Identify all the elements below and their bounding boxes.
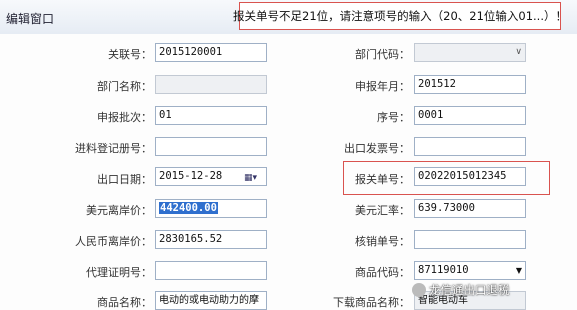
title-bar: 编辑窗口 报关单号不足21位，请注意项号的输入（20、21位输入01...）！ (0, 0, 577, 35)
declare-month-label: 申报年月： (355, 80, 410, 93)
calendar-icon[interactable]: ▦▾ (244, 170, 264, 183)
dept-code-label: 部门代码： (355, 48, 410, 61)
agent-cert-input[interactable] (155, 261, 267, 280)
seq-no-label: 序号： (377, 111, 410, 124)
declare-batch-label: 申报批次： (97, 111, 152, 124)
usd-rate-label: 美元汇率： (355, 204, 410, 217)
declare-batch-input[interactable]: 01 (155, 106, 267, 125)
wechat-icon (412, 283, 426, 297)
import-reg-input[interactable] (155, 137, 267, 156)
usd-rate-input[interactable]: 639.73000 (414, 199, 526, 218)
usd-fob-label: 美元离岸价： (86, 204, 152, 217)
verify-no-input[interactable] (414, 230, 526, 249)
link-no-label: 关联号： (108, 48, 152, 61)
goods-code-select[interactable]: 87119010 ▼ (414, 261, 526, 280)
customs-no-label: 报关单号： (355, 173, 410, 186)
chevron-down-icon: ∨ (515, 47, 522, 57)
window-title: 编辑窗口 (6, 12, 55, 26)
import-reg-label: 进料登记册号： (75, 142, 152, 155)
verify-no-label: 核销单号： (355, 235, 410, 248)
export-date-label: 出口日期： (97, 173, 152, 186)
edit-form: 关联号： 2015120001 部门代码： ∨ 部门名称： 申报年月： 2015… (0, 34, 577, 310)
warning-message: 报关单号不足21位，请注意项号的输入（20、21位输入01...）！ (233, 2, 567, 30)
usd-fob-input[interactable]: 442400.00 (155, 199, 267, 218)
export-date-input[interactable]: 2015-12-28 ▦▾ (155, 167, 267, 186)
seq-no-input[interactable]: 0001 (414, 106, 526, 125)
chevron-down-icon: ▼ (515, 266, 522, 275)
export-invoice-label: 出口发票号： (344, 142, 410, 155)
customs-no-input[interactable]: 02022015012345 (414, 167, 526, 186)
goods-code-label: 商品代码： (355, 266, 410, 279)
dl-goods-name-label: 下载商品名称： (333, 296, 410, 309)
link-no-input[interactable]: 2015120001 (155, 43, 267, 62)
dept-code-select[interactable]: ∨ (414, 43, 526, 62)
goods-name-input[interactable]: 电动的或电动助力的摩 (155, 291, 267, 310)
rmb-fob-label: 人民币离岸价： (75, 235, 152, 248)
watermark: 龙信通出口退税 (412, 282, 510, 298)
dept-name-label: 部门名称： (97, 80, 152, 93)
export-invoice-input[interactable] (414, 137, 526, 156)
declare-month-input[interactable]: 201512 (414, 75, 526, 94)
agent-cert-label: 代理证明号： (86, 266, 152, 279)
rmb-fob-input[interactable]: 2830165.52 (155, 230, 267, 249)
dept-name-input[interactable] (155, 75, 267, 94)
goods-name-label: 商品名称： (97, 296, 152, 309)
